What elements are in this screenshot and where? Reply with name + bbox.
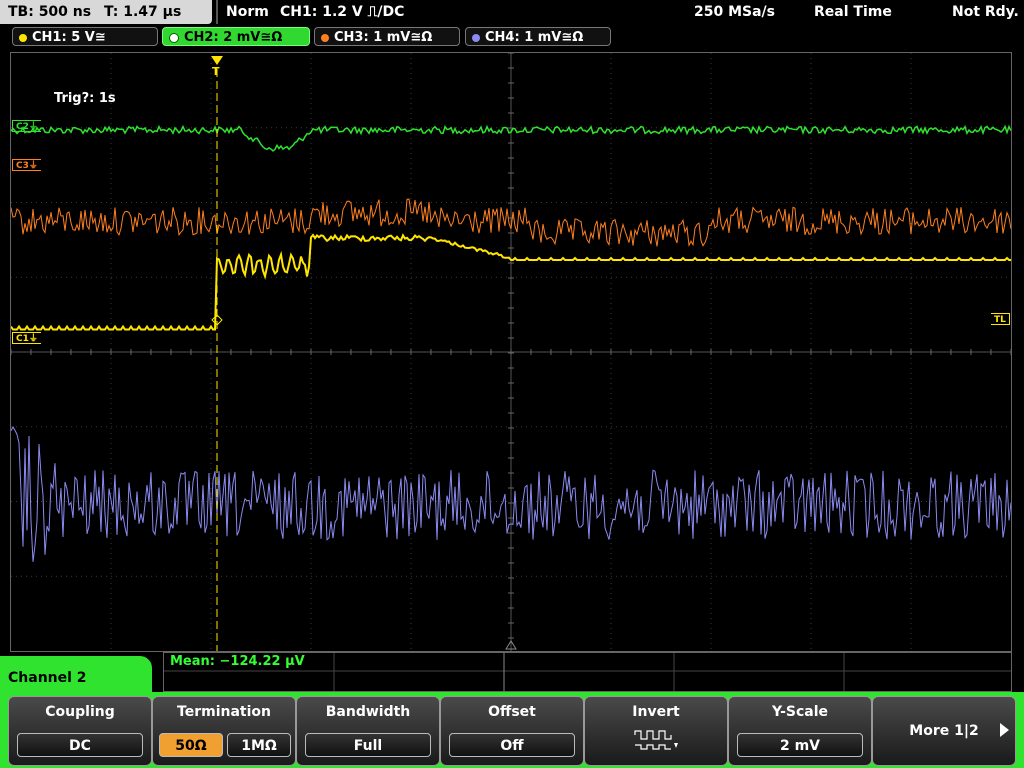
coupling-softkey[interactable]: Coupling DC xyxy=(8,696,152,766)
waveform-svg xyxy=(11,53,1011,651)
time-position-label: T: 1.47 µs xyxy=(103,4,182,20)
ch1-color-dot xyxy=(19,33,27,42)
offset-value[interactable]: Off xyxy=(449,733,575,757)
offset-softkey[interactable]: Offset Off xyxy=(440,696,584,766)
timebase-box[interactable]: TB: 500 ns T: 1.47 µs xyxy=(0,0,212,24)
status-bar: TB: 500 ns T: 1.47 µs Norm CH1: 1.2 V ⎍/… xyxy=(0,0,1024,26)
bandwidth-value[interactable]: Full xyxy=(305,733,431,757)
trigger-arrow-icon[interactable] xyxy=(211,56,223,65)
termination-softkey[interactable]: Termination 50Ω 1MΩ xyxy=(152,696,296,766)
tab-ch3[interactable]: CH3: 1 mV≅Ω xyxy=(314,27,460,46)
more-label: More 1|2 xyxy=(909,723,979,739)
ch4-color-dot xyxy=(472,33,480,42)
yscale-title: Y-Scale xyxy=(771,704,828,720)
termination-50ohm-option[interactable]: 50Ω xyxy=(159,733,223,757)
channel-tabs: CH1: 5 V≅ CH2: 2 mV≅Ω CH3: 1 mV≅Ω CH4: 1… xyxy=(0,26,1024,48)
ch2-color-dot xyxy=(169,32,179,43)
ch2-ground-marker[interactable]: C2⏚ xyxy=(12,120,41,132)
trigger-marker-label: T xyxy=(212,65,220,78)
ch4-label: CH4: 1 mV≅Ω xyxy=(485,30,584,45)
menu-title: Channel 2 xyxy=(8,670,87,686)
ch3-ground-marker[interactable]: C3⏚ xyxy=(12,159,41,171)
ch1-label: CH1: 5 V≅ xyxy=(32,30,106,45)
yscale-softkey[interactable]: Y-Scale 2 mV xyxy=(728,696,872,766)
invert-softkey[interactable]: Invert xyxy=(584,696,728,766)
measurement-grid xyxy=(164,653,1011,691)
measurement-panel: Mean: −124.22 µV xyxy=(163,652,1012,692)
more-softkey[interactable]: More 1|2 xyxy=(872,696,1016,766)
bandwidth-softkey[interactable]: Bandwidth Full xyxy=(296,696,440,766)
ch3-label: CH3: 1 mV≅Ω xyxy=(334,30,433,45)
next-page-arrow-icon xyxy=(1000,723,1009,737)
acquisition-mode: Real Time xyxy=(814,4,892,20)
waveform-display[interactable]: T Trig?: 1s C2⏚ C3⏚ C1⏚ TL xyxy=(10,52,1012,652)
trigger-mode[interactable]: Norm xyxy=(226,0,269,24)
termination-title: Termination xyxy=(177,704,271,720)
ch1-ground-marker[interactable]: C1⏚ xyxy=(12,332,41,344)
timebase-label: TB: 500 ns xyxy=(8,4,92,20)
sample-rate: 250 MSa/s xyxy=(694,4,776,20)
invert-title: Invert xyxy=(632,704,680,720)
ch2-label: CH2: 2 mV≅Ω xyxy=(184,30,283,45)
invert-waveform-icon xyxy=(634,730,678,750)
bandwidth-title: Bandwidth xyxy=(325,704,411,720)
termination-1mohm-option[interactable]: 1MΩ xyxy=(227,733,291,757)
tab-ch2[interactable]: CH2: 2 mV≅Ω xyxy=(162,27,310,46)
offset-title: Offset xyxy=(488,704,536,720)
tab-ch1[interactable]: CH1: 5 V≅ xyxy=(12,27,158,46)
ch3-color-dot xyxy=(321,33,329,42)
trigger-level-marker[interactable]: TL xyxy=(991,313,1010,325)
coupling-value[interactable]: DC xyxy=(17,733,143,757)
status-divider xyxy=(216,0,218,24)
yscale-value[interactable]: 2 mV xyxy=(737,733,863,757)
trigger-state: Not Rdy. xyxy=(952,4,1019,20)
trigger-message: Trig?: 1s xyxy=(54,91,116,106)
trigger-source[interactable]: CH1: 1.2 V ⎍/DC xyxy=(280,0,404,24)
tab-ch4[interactable]: CH4: 1 mV≅Ω xyxy=(465,27,611,46)
coupling-title: Coupling xyxy=(45,704,115,720)
